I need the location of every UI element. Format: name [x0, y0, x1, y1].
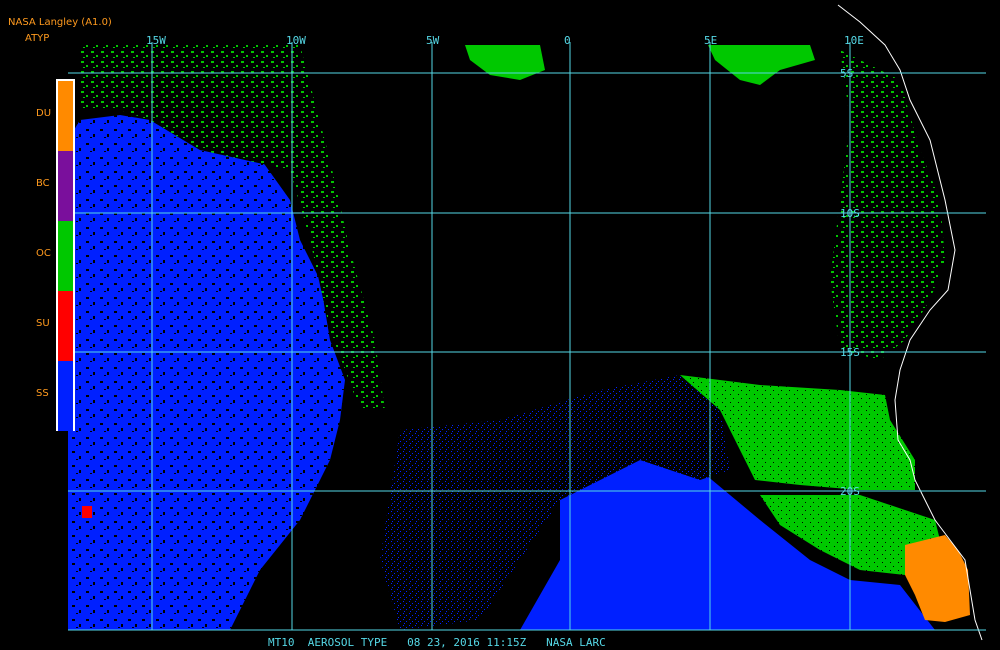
product-title: NASA Langley (A1.0) [8, 17, 112, 28]
latitude-label: 15S [840, 346, 860, 359]
latitude-label: 20S [840, 485, 860, 498]
legend-swatch-du [58, 81, 73, 151]
legend-swatch-su [58, 291, 73, 361]
longitude-label: 10W [286, 34, 306, 47]
legend-label-bc: BC [36, 178, 50, 189]
organic-carbon-northeast [708, 45, 815, 85]
longitude-label: 5W [426, 34, 440, 47]
aerosol-type-map [68, 4, 986, 641]
map-viewer: NASA Langley (A1.0) ATYP DU BC OC SU SS 15W 1… [0, 0, 1000, 650]
legend-swatch-oc [58, 221, 73, 291]
product-subtitle: ATYP [25, 33, 50, 44]
longitude-label: 15W [146, 34, 166, 47]
longitude-label: 5E [704, 34, 718, 47]
legend-label-su: SU [36, 318, 50, 329]
aerosol-field [68, 45, 970, 630]
legend-label-du: DU [36, 108, 52, 119]
longitude-label: 0 [564, 34, 571, 47]
sulfate-patch [82, 506, 92, 518]
legend-swatch-bc [58, 151, 73, 221]
legend-label-oc: OC [36, 248, 51, 259]
organic-carbon-north-center [465, 45, 545, 80]
legend-label-ss: SS [36, 388, 49, 399]
footer-caption: MT10 AEROSOL TYPE 08 23, 2016 11:15Z NAS… [268, 636, 606, 649]
latitude-label: 5S [840, 67, 854, 80]
color-legend [56, 79, 75, 431]
legend-swatch-ss [58, 361, 73, 431]
latitude-label: 10S [840, 207, 860, 220]
longitude-label: 10E [844, 34, 864, 47]
